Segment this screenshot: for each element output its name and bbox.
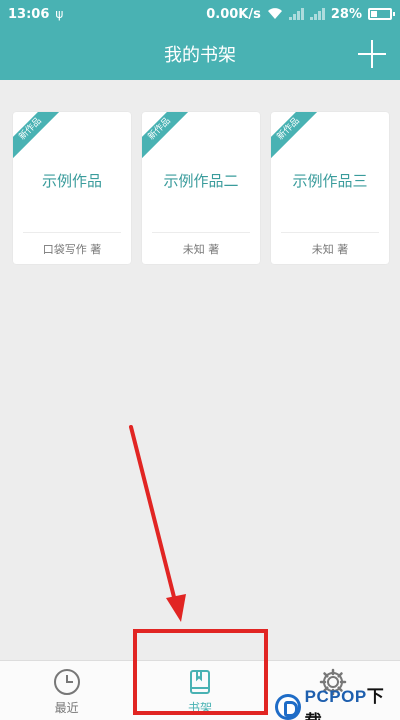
card-divider <box>152 232 250 233</box>
new-work-badge: 新作品 <box>142 112 194 164</box>
book-author: 未知 著 <box>182 243 220 256</box>
battery-percent: 28% <box>330 6 362 22</box>
watermark-text: PCPOP下载 <box>305 682 400 720</box>
nav-item-bookshelf[interactable]: 书架 <box>133 661 266 720</box>
book-title: 示例作品二 <box>163 172 239 190</box>
signal-icon <box>309 8 325 20</box>
nav-item-recent[interactable]: 最近 <box>0 661 133 720</box>
new-work-badge: 新作品 <box>271 112 323 164</box>
nav-label-bookshelf: 书架 <box>187 701 212 715</box>
battery-icon <box>368 8 395 20</box>
book-card[interactable]: 新作品 示例作品三 未知 著 <box>271 112 389 264</box>
usb-icon: ψ <box>55 7 64 21</box>
bookshelf-grid: 新作品 示例作品 口袋写作 著 新作品 示例作品二 未知 著 新作品 示例作品三… <box>13 112 389 264</box>
book-author: 未知 著 <box>311 243 349 256</box>
bookshelf-icon <box>189 670 210 694</box>
network-speed: 0.00K/s <box>206 6 261 22</box>
clock-icon <box>53 669 80 695</box>
book-title: 示例作品 <box>41 172 102 190</box>
plus-icon[interactable] <box>358 40 386 68</box>
book-card[interactable]: 新作品 示例作品二 未知 著 <box>142 112 260 264</box>
book-author: 口袋写作 著 <box>42 243 102 256</box>
card-divider <box>23 232 121 233</box>
annotation-arrow <box>129 425 186 622</box>
card-divider <box>281 232 379 233</box>
page-title: 我的书架 <box>164 45 236 66</box>
book-title: 示例作品三 <box>292 172 368 190</box>
status-bar: 13:06 ψ 0.00K/s 28% <box>0 0 400 28</box>
wifi-icon <box>267 8 282 19</box>
status-right: 0.00K/s 28% <box>206 6 395 22</box>
status-time: 13:06 <box>8 6 50 22</box>
nav-label-recent: 最近 <box>54 701 79 715</box>
battery-fill <box>371 11 377 17</box>
app-bar: 我的书架 <box>0 28 400 80</box>
watermark: PCPOP下载 <box>275 682 400 720</box>
signal-icon <box>288 8 304 20</box>
book-card[interactable]: 新作品 示例作品 口袋写作 著 <box>13 112 131 264</box>
new-work-badge: 新作品 <box>13 112 65 164</box>
watermark-logo-icon <box>275 694 301 720</box>
